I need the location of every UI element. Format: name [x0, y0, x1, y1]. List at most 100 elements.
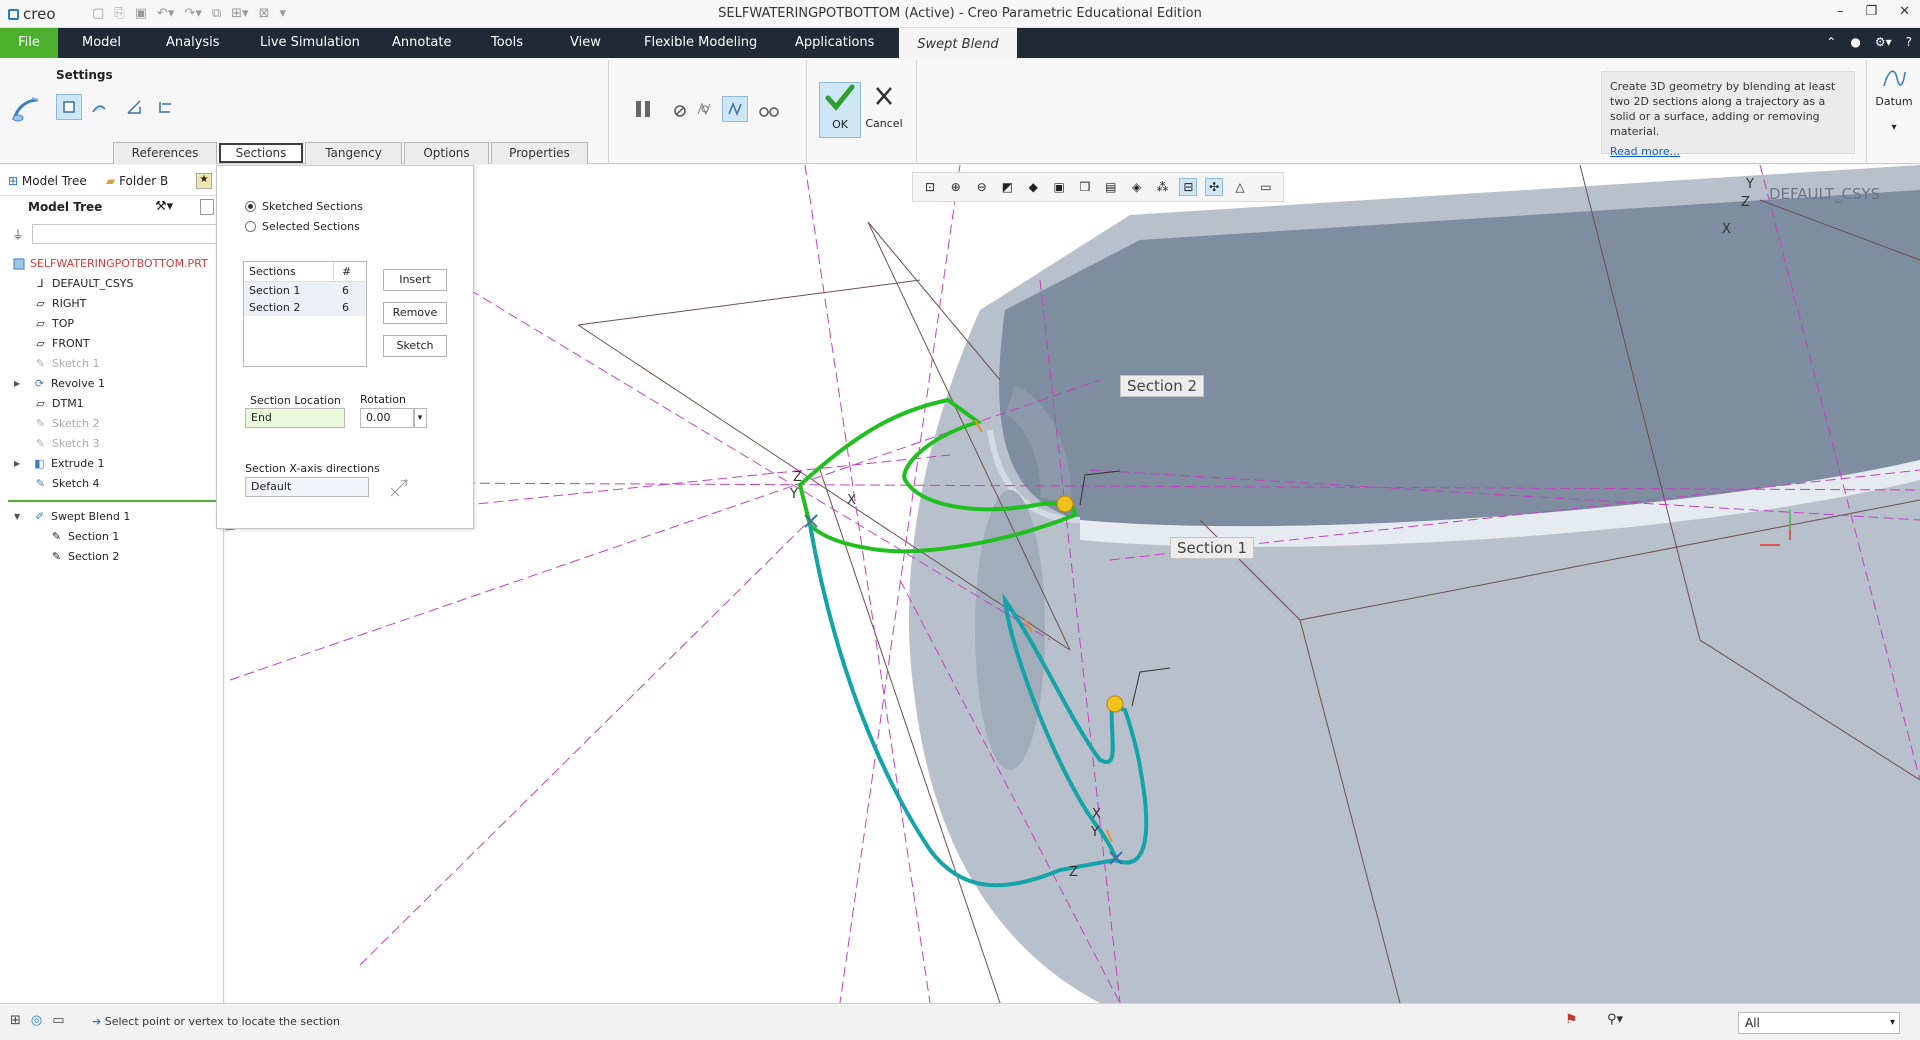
rotation-input[interactable]: 0.00	[360, 408, 415, 428]
attached-preview-icon[interactable]	[692, 96, 718, 122]
tree-item-sketch-2[interactable]: ✎ Sketch 2	[34, 414, 100, 434]
refit-icon[interactable]: ⊡	[921, 178, 939, 196]
tree-item-section-1[interactable]: ✎ Section 1	[50, 527, 119, 547]
ok-button[interactable]: OK	[819, 82, 861, 138]
tab-live-simulation[interactable]: Live Simulation	[248, 28, 372, 58]
section-view-icon[interactable]: ◈	[1128, 178, 1146, 196]
tree-item-default-csys[interactable]: ⅃ DEFAULT_CSYS	[34, 274, 133, 294]
tab-file[interactable]: File	[0, 28, 58, 58]
tree-item-swept-blend-1[interactable]: ▼ ✐ Swept Blend 1	[14, 507, 130, 527]
collapse-ribbon-icon[interactable]: ⌃	[1826, 35, 1836, 49]
find-icon[interactable]: ⚲▾	[1607, 1012, 1623, 1027]
notification-icon[interactable]: ●	[1850, 35, 1860, 49]
verify-mode-icon[interactable]	[756, 98, 782, 124]
view-manager-icon[interactable]: ❒	[1076, 178, 1094, 196]
full-screen-icon[interactable]: ▭	[52, 1013, 64, 1028]
zoom-in-icon[interactable]: ⊕	[947, 178, 965, 196]
remove-material-icon[interactable]	[121, 94, 147, 120]
spin-center-icon[interactable]: ✣	[1205, 178, 1224, 196]
cancel-button[interactable]: Cancel	[863, 82, 905, 138]
tree-item-sketch-3[interactable]: ✎ Sketch 3	[34, 434, 100, 454]
subtab-tangency[interactable]: Tangency	[305, 142, 402, 164]
section-location-field[interactable]: End	[245, 408, 345, 428]
subtab-sections[interactable]: Sections	[219, 143, 303, 163]
tree-item-extrude-1[interactable]: ▶ ◧ Extrude 1	[14, 454, 105, 474]
tab-view[interactable]: View	[558, 28, 613, 58]
graphics-viewport[interactable]: Z Y X X Y Z Y Z X DEFAULT_CSYS Section 2…	[225, 165, 1920, 1003]
regen-flag-icon[interactable]: ⚑	[1565, 1012, 1578, 1028]
selected-sections-radio[interactable]: Selected Sections	[245, 220, 360, 233]
section-row[interactable]: Section 1 6	[244, 282, 366, 299]
xaxis-direction-field[interactable]: Default	[245, 477, 369, 497]
tab-tools[interactable]: Tools	[479, 28, 535, 58]
sketch-button[interactable]: Sketch	[383, 335, 447, 357]
section-1-callout[interactable]: Section 1	[1170, 537, 1255, 559]
tab-analysis[interactable]: Analysis	[154, 28, 232, 58]
sketch-icon: ✎	[35, 357, 46, 370]
expand-arrow-icon[interactable]: ▶	[14, 374, 28, 394]
expand-arrow-icon[interactable]: ▶	[14, 454, 28, 474]
sketched-sections-radio[interactable]: Sketched Sections	[245, 200, 363, 213]
restore-icon[interactable]: ❐	[1865, 4, 1877, 19]
favorites-icon[interactable]: ★	[196, 173, 212, 189]
tree-item-dtm1[interactable]: ▱ DTM1	[34, 394, 83, 414]
zoom-out-icon[interactable]: ⊖	[973, 178, 991, 196]
tree-item-sketch-1[interactable]: ✎ Sketch 1	[34, 354, 100, 374]
tree-item-front[interactable]: ▱ FRONT	[34, 334, 89, 354]
subtab-properties[interactable]: Properties	[491, 142, 588, 164]
tree-settings-icon[interactable]: ⚒▾	[155, 199, 173, 214]
datum-dropdown-icon[interactable]: ▾	[1872, 122, 1916, 133]
annotations-icon[interactable]: ▭	[1257, 178, 1275, 196]
annotation-display-icon[interactable]: ⊟	[1179, 178, 1198, 196]
display-style-icon[interactable]: ◆	[1024, 178, 1042, 196]
solid-icon[interactable]	[56, 94, 82, 120]
filter-icon[interactable]: ⏚	[12, 226, 24, 243]
repaint-icon[interactable]: ◩	[998, 178, 1016, 196]
tree-item-top[interactable]: ▱ TOP	[34, 314, 74, 334]
tab-model-tree[interactable]: ⊞ Model Tree	[8, 169, 87, 193]
datum-button[interactable]: Datum ▾	[1872, 66, 1916, 133]
collapse-arrow-icon[interactable]: ▼	[14, 507, 28, 527]
verify-preview-icon[interactable]	[722, 96, 748, 122]
settings-dropdown-icon[interactable]: ⚙▾	[1875, 35, 1892, 49]
tree-item-section-2[interactable]: ✎ Section 2	[50, 547, 119, 567]
tab-flexible-modeling[interactable]: Flexible Modeling	[632, 28, 769, 58]
section-row[interactable]: Section 2 6	[244, 299, 366, 316]
minimize-icon[interactable]: –	[1837, 4, 1844, 19]
saved-orientations-icon[interactable]: ▣	[1050, 178, 1068, 196]
remove-button[interactable]: Remove	[383, 302, 447, 324]
thicken-icon[interactable]	[152, 94, 178, 120]
close-icon[interactable]: ✕	[1899, 4, 1910, 19]
tab-folder-browser[interactable]: ▰ Folder B	[106, 169, 168, 193]
help-icon[interactable]: ?	[1906, 35, 1912, 49]
appearance-icon[interactable]: △	[1231, 178, 1249, 196]
tree-columns-icon[interactable]	[200, 199, 214, 215]
default-csys-label[interactable]: DEFAULT_CSYS	[1769, 185, 1880, 203]
rotation-dropdown-icon[interactable]: ▾	[413, 408, 427, 428]
flip-direction-icon[interactable]	[387, 476, 411, 500]
tab-swept-blend[interactable]: Swept Blend	[899, 28, 1017, 58]
subtab-options[interactable]: Options	[404, 142, 489, 164]
selection-filter-select[interactable]: All ▾	[1738, 1012, 1900, 1034]
perspective-icon[interactable]: ▤	[1102, 178, 1120, 196]
insert-here-marker[interactable]	[8, 500, 216, 502]
tree-item-sketch-4[interactable]: ✎ Sketch 4	[34, 474, 100, 494]
section-2-callout[interactable]: Section 2	[1120, 375, 1205, 397]
tab-model[interactable]: Model	[70, 28, 133, 58]
tree-item-part[interactable]: SELFWATERINGPOTBOTTOM.PRT	[12, 254, 208, 274]
tree-item-right[interactable]: ▱ RIGHT	[34, 294, 86, 314]
sections-list: Sections # Section 1 6 Section 2 6	[243, 261, 367, 367]
no-preview-icon[interactable]	[667, 98, 693, 124]
pause-icon[interactable]	[630, 96, 656, 122]
subtab-references[interactable]: References	[113, 142, 217, 164]
tree-item-revolve-1[interactable]: ▶ ⟳ Revolve 1	[14, 374, 105, 394]
browser-toggle-icon[interactable]: ◎	[31, 1013, 42, 1028]
navigator-toggle-icon[interactable]: ⊞	[10, 1013, 21, 1028]
tree-search-input[interactable]	[32, 224, 218, 244]
datum-display-icon[interactable]: ⁂	[1154, 178, 1172, 196]
read-more-link[interactable]: Read more...	[1610, 144, 1846, 159]
tab-annotate[interactable]: Annotate	[380, 28, 463, 58]
surface-icon[interactable]	[86, 94, 112, 120]
insert-button[interactable]: Insert	[383, 269, 447, 291]
tab-applications[interactable]: Applications	[783, 28, 886, 58]
